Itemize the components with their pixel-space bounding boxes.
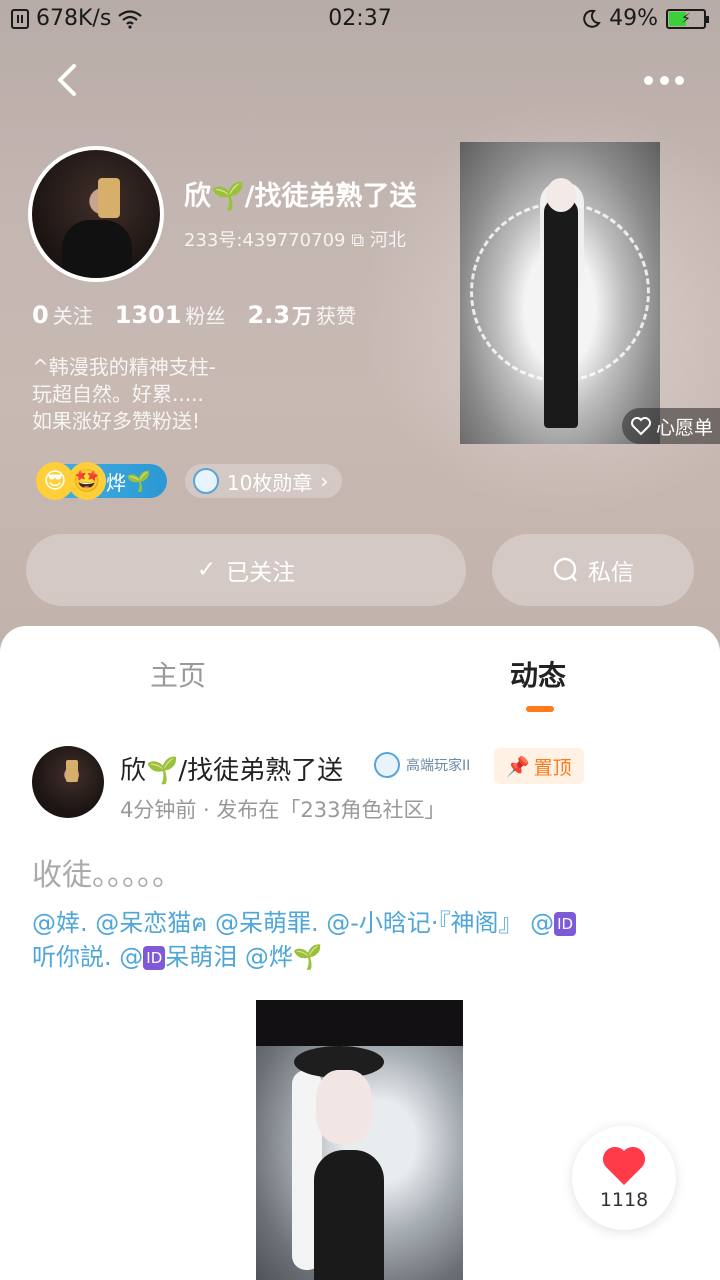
mentions-text[interactable]: 听你説. @ (32, 943, 143, 971)
profile-location: 河北 (369, 230, 406, 251)
check-icon: ✓ (196, 557, 217, 583)
profile-stats: 0 关注 1301 粉丝 2.3 万获赞 (32, 300, 356, 329)
battery-percent: 49% (609, 6, 658, 31)
medals-button[interactable]: 10枚勋章 › (184, 464, 343, 498)
bio-line: ^韩漫我的精神支柱- (32, 355, 216, 379)
moon-icon (583, 9, 601, 28)
profile-name-prefix: 欣 (184, 181, 211, 212)
post-mentions[interactable]: @婞. @呆恋猫ฅ @呆萌罪. @-小晗记·『神阁』 @ ID 听你説. @ ID 呆… (32, 906, 692, 974)
stat-likes[interactable]: 2.3 万获赞 (248, 300, 357, 329)
medals-label: 10枚勋章 (226, 470, 313, 495)
stat-followers[interactable]: 1301 粉丝 (115, 300, 226, 329)
badge-row: 😎 🤩 烨 🌱 10枚勋章 › (36, 462, 343, 500)
star-eyes-emoji-icon: 🤩 (68, 462, 106, 500)
sprout-icon: 🌱 (126, 469, 151, 493)
back-icon[interactable] (50, 60, 84, 100)
post-author-avatar[interactable] (32, 746, 104, 818)
wishlist-button[interactable]: 心愿单 (622, 408, 720, 444)
tab-indicator (526, 706, 554, 712)
pinned-badge: 📌 置顶 (494, 748, 584, 784)
pinned-label: 置顶 (533, 756, 572, 779)
battery-icon: ⚡ (666, 8, 709, 29)
author-level: 高端玩家II (374, 752, 470, 778)
medal-icon (192, 468, 219, 494)
heart-icon (602, 1146, 646, 1185)
message-button[interactable]: 私信 (492, 534, 694, 606)
level-label: 高端玩家II (406, 758, 471, 774)
stat-following[interactable]: 0 关注 (32, 300, 93, 329)
profile-name: 欣🌱/找徒弟熟了送 (184, 174, 417, 213)
charging-icon: ⚡ (681, 10, 691, 27)
avatar[interactable] (28, 146, 164, 282)
post-image[interactable] (256, 1000, 463, 1280)
mentions-text[interactable]: @婞. @呆恋猫ฅ @呆萌罪. @-小晗记·『神阁』 @ (32, 909, 554, 937)
post-meta: 4分钟前 · 发布在「233角色社区」 (120, 798, 446, 822)
id-emoji-icon: ID (143, 946, 166, 970)
profile-id-line: 233号:439770709 ⧉ 河北 (184, 226, 406, 252)
post-author-name[interactable]: 欣🌱/找徒弟熟了送 (120, 750, 343, 787)
like-count: 1118 (599, 1189, 649, 1211)
more-icon[interactable] (644, 70, 684, 90)
chat-bubble-icon (553, 557, 577, 582)
heart-outline-icon (631, 417, 651, 436)
copy-icon[interactable]: ⧉ (351, 230, 364, 251)
tab-home[interactable]: 主页 (150, 654, 206, 694)
pin-icon: 📌 (506, 755, 530, 778)
profile-header: 678K/s 02:37 49% ⚡ 欣🌱/找徒弟熟了送 233号:439770… (0, 0, 720, 660)
profile-name-suffix: /找徒弟熟了送 (244, 181, 417, 212)
tab-feed[interactable]: 动态 (510, 654, 566, 694)
bio-line: 玩超自然。好累..... (32, 382, 204, 406)
status-bar: 678K/s 02:37 49% ⚡ (0, 0, 720, 40)
sprout-icon: 🌱 (146, 756, 179, 786)
chevron-right-icon: › (320, 469, 329, 493)
friend-badge[interactable]: 😎 🤩 烨 🌱 (36, 462, 167, 500)
sprout-icon: 🌱 (292, 943, 323, 971)
friend-badge-label: 烨 (106, 470, 126, 495)
profile-bio: ^韩漫我的精神支柱- 玩超自然。好累..... 如果涨好多赞粉送! (32, 354, 216, 435)
message-button-label: 私信 (588, 560, 634, 586)
follow-button[interactable]: ✓ 已关注 (26, 534, 466, 606)
post-text: 收徒。。。。。 (32, 858, 182, 893)
like-button[interactable]: 1118 (572, 1126, 676, 1230)
id-emoji-icon: ID (554, 912, 577, 936)
wishlist-label: 心愿单 (656, 416, 714, 439)
bio-line: 如果涨好多赞粉送! (32, 409, 201, 433)
status-right: 49% ⚡ (581, 6, 709, 31)
character-showcase[interactable] (460, 142, 660, 444)
level-icon (374, 752, 400, 778)
profile-uid: 233号:439770709 (184, 230, 346, 251)
sprout-icon: 🌱 (211, 181, 245, 212)
mentions-text[interactable]: 呆萌泪 @烨 (165, 943, 293, 971)
follow-button-label: 已关注 (226, 560, 296, 586)
